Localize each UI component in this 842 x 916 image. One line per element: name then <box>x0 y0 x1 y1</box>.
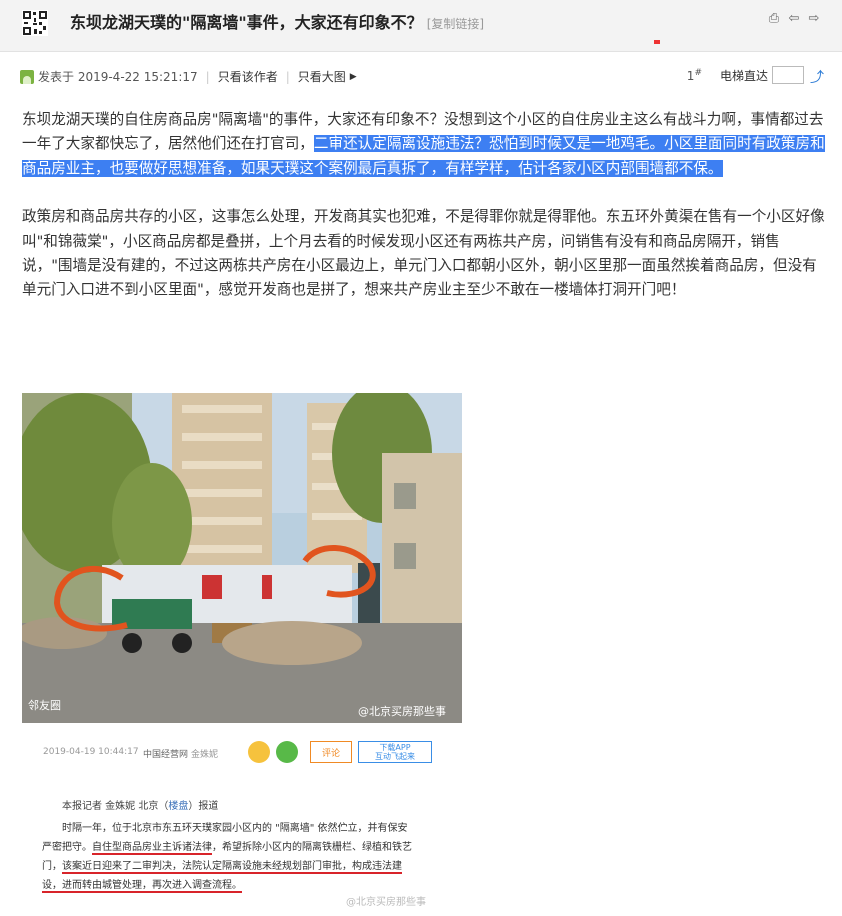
prev-thread-icon[interactable]: ⇦ <box>786 10 802 26</box>
clip-source: 中国经营网 <box>143 750 189 760</box>
elevator-label: 电梯直达 <box>719 68 768 83</box>
clip-byline: 本报记者 金姝妮 北京（楼盘）报道 <box>62 797 218 812</box>
post-content: 东坝龙湖天璞的自住房商品房"隔离墙"的事件，大家还有印象不？没想到这个小区的自住… <box>22 108 828 303</box>
photo-corner-label: 邻友圈 <box>28 699 61 712</box>
clip-line-2: 严密把守。自住型商品房业主诉诸法律，希望拆除小区内的隔离铁栅栏、绿植和铁艺 <box>42 838 442 857</box>
paragraph-1: 东坝龙湖天璞的自住房商品房"隔离墙"的事件，大家还有印象不？没想到这个小区的自住… <box>22 108 828 181</box>
clip-line-2b: 自住型商品房业主诉诸法律 <box>92 842 212 855</box>
copy-link-button[interactable]: [复制链接] <box>427 17 484 31</box>
weibo-share-icon[interactable] <box>248 741 270 763</box>
photo-scene <box>22 393 462 723</box>
app-line-2: 互动飞起来 <box>375 752 415 761</box>
wechat-share-icon[interactable] <box>276 741 298 763</box>
clip-line-4-text: 设，进而转由城管处理，再次进入调查流程。 <box>42 880 242 893</box>
only-images-link[interactable]: 只看大图 <box>298 68 346 85</box>
news-clipping: 2019-04-19 10:44:17 中国经营网 金姝妮 评论 下载APP 互… <box>22 733 462 913</box>
only-author-link[interactable]: 只看该作者 <box>218 68 278 85</box>
floor-mark: # <box>694 67 702 78</box>
next-thread-icon[interactable]: ⇨ <box>806 10 822 26</box>
byline-link[interactable]: 楼盘 <box>168 801 188 812</box>
post-info-bar: 发表于 2019-4-22 15:21:17 | 只看该作者 | 只看大图 ▶ … <box>20 66 826 88</box>
clip-body: 时隔一年，位于北京市东五环天璞家园小区内的 "隔离墙" 依然伫立，并有保安 严密… <box>42 819 442 895</box>
byline-prefix: 本报记者 金姝妮 北京（ <box>62 801 169 812</box>
comment-label: 评论 <box>321 748 340 759</box>
app-line-1: 下载APP <box>379 743 411 752</box>
clip-line-2c: ，希望拆除小区内的隔离铁栅栏、绿植和铁艺 <box>212 842 412 853</box>
clip-date: 2019-04-19 10:44:17 <box>43 747 139 757</box>
play-icon: ▶ <box>349 71 357 82</box>
clip-watermark: @北京买房那些事 <box>346 897 426 908</box>
elevator-floor-input[interactable] <box>772 66 804 84</box>
thread-header: 东坝龙湖天璞的"隔离墙"事件，大家还有印象不？ [复制链接] ⎙ ⇦ ⇨ <box>0 0 842 52</box>
clip-line-3b: 该案近日迎来了二审判决，法院认定隔离设施未经规划部门审批，构成违法建 <box>62 861 402 874</box>
print-icon[interactable]: ⎙ <box>766 10 782 26</box>
thread-title: 东坝龙湖天璞的"隔离墙"事件，大家还有印象不？ [复制链接] <box>70 9 484 33</box>
paragraph-2: 政策房和商品房共存的小区，这事怎么处理，开发商其实也犯难，不是得罪你就是得罪他。… <box>22 208 825 299</box>
photo-watermark: @北京买房那些事 <box>358 705 446 718</box>
clip-line-2a: 严密把守。 <box>42 842 92 853</box>
divider: | <box>285 69 290 84</box>
clip-line-1: 时隔一年，位于北京市东五环天璞家园小区内的 "隔离墙" 依然伫立，并有保安 <box>62 823 408 834</box>
clip-author: 金姝妮 <box>191 750 219 760</box>
red-marker <box>654 40 660 44</box>
online-status-icon <box>20 69 34 84</box>
divider: | <box>205 69 210 84</box>
clip-line-3: 门，该案近日迎来了二审判决，法院认定隔离设施未经规划部门审批，构成违法建 <box>42 857 442 876</box>
floor-number: 1# <box>687 68 702 83</box>
thread-title-text: 东坝龙湖天璞的"隔离墙"事件，大家还有印象不？ <box>70 13 423 32</box>
byline-suffix: ）报道 <box>188 801 219 812</box>
download-app-button[interactable]: 下载APP 互动飞起来 <box>358 741 432 763</box>
post-time: 发表于 2019-4-22 15:21:17 <box>38 70 198 84</box>
header-tools: ⎙ ⇦ ⇨ <box>766 10 822 26</box>
news-photo[interactable]: 邻友圈 @北京买房那些事 <box>22 393 462 723</box>
elevator-go-icon[interactable]: ⤴ <box>810 67 826 86</box>
qr-code-icon[interactable] <box>22 10 48 36</box>
comment-button[interactable]: 评论 <box>310 741 352 763</box>
clip-line-3a: 门， <box>42 861 62 872</box>
